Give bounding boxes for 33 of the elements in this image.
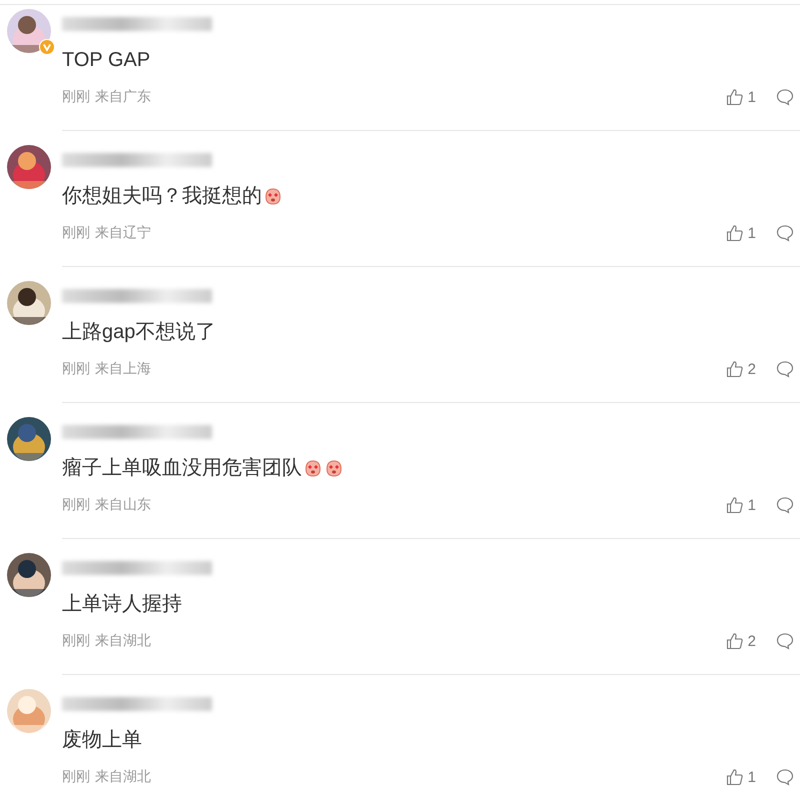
comment-icon[interactable] <box>776 768 794 786</box>
comment-location: 来自山东 <box>95 496 151 514</box>
emoji-icon <box>263 186 283 206</box>
comment-text: 上路gap不想说了 <box>62 320 216 345</box>
comment-text: 上单诗人握持 <box>62 592 182 617</box>
like-button[interactable]: 1 <box>726 496 756 514</box>
like-button[interactable]: 1 <box>726 768 756 786</box>
comment-icon[interactable] <box>776 496 794 514</box>
like-button[interactable]: 2 <box>726 360 756 378</box>
comment-location: 来自上海 <box>95 360 151 378</box>
like-button[interactable]: 2 <box>726 632 756 650</box>
comment-location: 来自辽宁 <box>95 224 151 242</box>
comment-icon[interactable] <box>776 632 794 650</box>
emoji-icon <box>303 458 323 478</box>
comment-location: 来自湖北 <box>95 632 151 650</box>
comment-time: 刚刚 <box>62 88 90 106</box>
comment-icon[interactable] <box>776 224 794 242</box>
like-button[interactable]: 1 <box>726 224 756 242</box>
comment-time: 刚刚 <box>62 224 90 242</box>
comment-text: TOP GAP <box>62 48 150 73</box>
comment-time: 刚刚 <box>62 496 90 514</box>
comment-location: 来自广东 <box>95 88 151 106</box>
comment-time: 刚刚 <box>62 632 90 650</box>
comment-icon[interactable] <box>776 360 794 378</box>
comment-time: 刚刚 <box>62 768 90 786</box>
comment-time: 刚刚 <box>62 360 90 378</box>
comment-location: 来自湖北 <box>95 768 151 786</box>
comment-icon[interactable] <box>776 88 794 106</box>
emoji-icon <box>324 458 344 478</box>
comment-text: 废物上单 <box>62 728 142 753</box>
comment-text: 瘤子上单吸血没用危害团队 <box>62 456 302 481</box>
comment-text: 你想姐夫吗？我挺想的 <box>62 184 262 209</box>
like-button[interactable]: 1 <box>726 88 756 106</box>
